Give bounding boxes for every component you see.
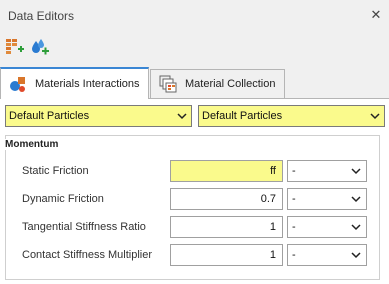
chevron-down-icon xyxy=(351,251,361,259)
contact-stiffness-multiplier-label: Contact Stiffness Multiplier xyxy=(22,249,153,261)
momentum-title: Momentum xyxy=(5,139,62,150)
static-friction-field[interactable]: ff xyxy=(170,160,283,182)
tab-material-collection[interactable]: Material Collection xyxy=(150,69,285,98)
window-title: Data Editors xyxy=(8,9,75,23)
tab-bar: Materials Interactions Material Collecti… xyxy=(0,67,389,99)
materials-interactions-icon xyxy=(9,75,27,93)
dynamic-friction-label: Dynamic Friction xyxy=(22,193,104,205)
add-material-button[interactable] xyxy=(30,37,50,57)
tangential-stiffness-ratio-label: Tangential Stiffness Ratio xyxy=(22,221,146,233)
dynamic-friction-field[interactable]: 0.7 xyxy=(170,188,283,210)
static-friction-label: Static Friction xyxy=(22,165,89,177)
tangential-stiffness-ratio-unit-select[interactable]: - xyxy=(287,216,367,238)
chevron-down-icon xyxy=(177,112,187,120)
tab-label: Material Collection xyxy=(185,78,276,90)
dynamic-friction-value: 0.7 xyxy=(260,193,276,205)
tangential-stiffness-ratio-field[interactable]: 1 xyxy=(170,216,283,238)
droplets-add-icon xyxy=(32,39,49,55)
toolbar xyxy=(0,35,389,61)
static-friction-value: ff xyxy=(270,165,276,177)
contact-stiffness-multiplier-value: 1 xyxy=(269,249,276,261)
static-friction-unit-select[interactable]: - xyxy=(287,160,367,182)
add-interaction-button[interactable] xyxy=(5,37,25,57)
material-a-value: Default Particles xyxy=(9,110,90,122)
title-bar: Data Editors ✕ xyxy=(0,0,389,32)
unit-value: - xyxy=(292,249,296,261)
material-b-value: Default Particles xyxy=(202,110,283,122)
chevron-down-icon xyxy=(370,112,380,120)
chevron-down-icon xyxy=(351,167,361,175)
unit-value: - xyxy=(292,221,296,233)
chevron-down-icon xyxy=(351,195,361,203)
contact-stiffness-multiplier-unit-select[interactable]: - xyxy=(287,244,367,266)
tangential-stiffness-ratio-value: 1 xyxy=(269,221,276,233)
tab-materials-interactions[interactable]: Materials Interactions xyxy=(0,67,149,99)
unit-value: - xyxy=(292,193,296,205)
grid-add-icon xyxy=(6,39,24,54)
dynamic-friction-unit-select[interactable]: - xyxy=(287,188,367,210)
contact-stiffness-multiplier-field[interactable]: 1 xyxy=(170,244,283,266)
close-icon[interactable]: ✕ xyxy=(367,6,385,24)
unit-value: - xyxy=(292,165,296,177)
material-b-select[interactable]: Default Particles xyxy=(198,105,385,127)
material-a-select[interactable]: Default Particles xyxy=(5,105,192,127)
tab-label: Materials Interactions xyxy=(35,78,140,90)
chevron-down-icon xyxy=(351,223,361,231)
material-collection-icon xyxy=(159,75,177,93)
